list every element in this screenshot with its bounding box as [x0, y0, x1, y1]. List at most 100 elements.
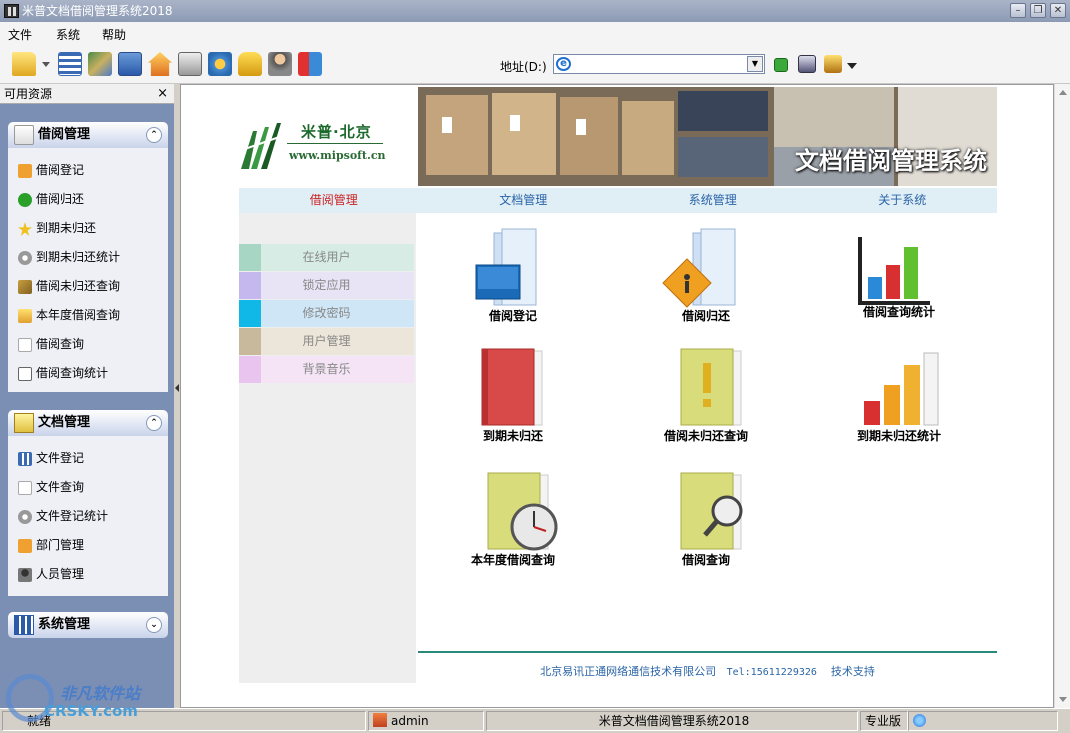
expand-icon[interactable]: ⌄ — [146, 617, 162, 633]
sidebar-item-label: 文件登记 — [36, 451, 85, 465]
sidebar-item-borrow-stats[interactable]: 借阅查询统计 — [8, 359, 168, 388]
sidebar-item-borrow-return[interactable]: 借阅归还 — [8, 185, 168, 214]
globe-icon — [913, 714, 926, 727]
sidebar-item-label: 借阅查询统计 — [36, 366, 109, 380]
lock-icon[interactable] — [238, 52, 262, 76]
watermark: 非凡软件站 CRSKY.com — [4, 672, 164, 728]
function-tiles: 借阅登记 借阅归还 借阅查询统计 到期未归还 借阅未归还查询 到期未归还统计 本… — [418, 213, 998, 651]
tile-label: 借阅查询 — [681, 553, 730, 567]
collapse-icon[interactable]: ⌃ — [146, 415, 162, 431]
sidebar: 可用资源 × 借阅管理 ⌃ 借阅登记 借阅归还 到期未归还 到期未归还统计 借阅… — [0, 84, 174, 708]
menu-user-management[interactable]: 用户管理 — [239, 328, 414, 355]
app-icon — [4, 4, 19, 18]
gear-icon — [18, 251, 32, 265]
group-document-title: 文档管理 — [38, 415, 91, 430]
sidebar-item-label: 文件登记统计 — [36, 509, 109, 523]
window-title: 米普文档借阅管理系统2018 — [22, 4, 173, 18]
tile-borrow-register[interactable]: 借阅登记 — [438, 225, 588, 335]
sidebar-item-label: 到期未归还统计 — [36, 250, 121, 264]
group-document-header[interactable]: 文档管理 ⌃ — [8, 410, 168, 436]
sidebar-item-borrow-query[interactable]: 借阅查询 — [8, 330, 168, 359]
close-window-button[interactable]: ✕ — [1050, 3, 1066, 18]
ie-icon: e — [556, 57, 571, 71]
mipsoft-logo-icon — [239, 123, 286, 169]
address-label: 地址(D:) — [500, 60, 547, 74]
address-input[interactable]: e ▼ — [553, 54, 765, 74]
sidebar-item-file-register[interactable]: 文件登记 — [8, 444, 168, 473]
sidebar-item-yearly-query[interactable]: 本年度借阅查询 — [8, 301, 168, 330]
vertical-scrollbar[interactable] — [1054, 84, 1070, 708]
logo-url: www.mipsoft.cn — [289, 149, 386, 162]
monitor-icon[interactable] — [798, 55, 816, 73]
star-icon — [18, 222, 32, 236]
tab-system[interactable]: 系统管理 — [618, 188, 808, 213]
tile-borrow-query[interactable]: 借阅查询 — [631, 469, 781, 579]
address-dropdown-icon[interactable]: ▼ — [747, 56, 763, 72]
status-user: admin — [368, 711, 484, 731]
menu-background-music[interactable]: 背景音乐 — [239, 356, 414, 383]
collapse-arrow-icon[interactable] — [175, 384, 179, 392]
menu-help[interactable]: 帮助 — [92, 26, 138, 43]
sidebar-item-label: 借阅未归还查询 — [36, 279, 121, 293]
minimize-button[interactable]: – — [1010, 3, 1026, 18]
footer-support-link[interactable]: 技术支持 — [831, 665, 875, 678]
menu-system[interactable]: 系统 — [44, 26, 92, 43]
menu-change-password[interactable]: 修改密码 — [239, 300, 414, 327]
logo: 米普·北京 www.mipsoft.cn — [239, 99, 419, 189]
sidebar-item-department[interactable]: 部门管理 — [8, 531, 168, 560]
tile-unreturned-query[interactable]: 借阅未归还查询 — [631, 345, 781, 455]
home-icon[interactable] — [148, 52, 172, 76]
sidebar-item-borrow-register[interactable]: 借阅登记 — [8, 156, 168, 185]
tab-document[interactable]: 文档管理 — [429, 188, 619, 213]
open-folder-icon[interactable] — [12, 52, 36, 76]
settings-icon[interactable] — [208, 52, 232, 76]
print-icon[interactable] — [178, 52, 202, 76]
sidebar-item-unreturned-query[interactable]: 借阅未归还查询 — [8, 272, 168, 301]
magnifier-notebook-icon — [680, 472, 743, 550]
tab-about[interactable]: 关于系统 — [808, 188, 998, 213]
sidebar-item-file-query[interactable]: 文件查询 — [8, 473, 168, 502]
dropdown-arrow-icon[interactable] — [42, 62, 50, 67]
list-view-icon[interactable] — [58, 52, 82, 76]
user-icon[interactable] — [268, 52, 292, 76]
tile-borrow-return[interactable]: 借阅归还 — [631, 225, 781, 335]
sidebar-item-label: 部门管理 — [36, 538, 85, 552]
tile-borrow-stats[interactable]: 借阅查询统计 — [824, 225, 974, 335]
tile-overdue-stats[interactable]: 到期未归还统计 — [824, 345, 974, 455]
group-document-items: 文件登记 文件查询 文件登记统计 部门管理 人员管理 — [8, 436, 168, 596]
document-icon[interactable] — [118, 52, 142, 76]
menu-online-users[interactable]: 在线用户 — [239, 244, 414, 271]
menu-label: 在线用户 — [302, 250, 351, 264]
go-icon[interactable] — [774, 58, 788, 72]
menu-bar: 文件 系统 帮助 — [0, 22, 1070, 46]
tile-label: 借阅归还 — [681, 309, 730, 323]
more-dropdown-icon[interactable] — [847, 63, 857, 69]
menu-label: 锁定应用 — [302, 278, 351, 292]
sidebar-item-overdue[interactable]: 到期未归还 — [8, 214, 168, 243]
stamp-icon[interactable] — [824, 55, 842, 73]
group-system-title: 系统管理 — [38, 617, 91, 632]
group-system-header[interactable]: 系统管理 ⌄ — [8, 612, 168, 638]
tile-label: 到期未归还 — [482, 429, 543, 443]
user-icon — [18, 568, 32, 582]
logo-text: 米普·北京 — [301, 123, 372, 141]
menu-file[interactable]: 文件 — [6, 26, 44, 43]
tile-overdue[interactable]: 到期未归还 — [438, 345, 588, 455]
scroll-down-icon[interactable] — [1059, 697, 1067, 702]
sidebar-item-label: 本年度借阅查询 — [36, 308, 121, 322]
tile-label: 借阅查询统计 — [862, 305, 935, 319]
tile-yearly-query[interactable]: 本年度借阅查询 — [438, 469, 588, 579]
sidebar-close-icon[interactable]: × — [157, 84, 168, 104]
sidebar-item-personnel[interactable]: 人员管理 — [8, 560, 168, 589]
menu-lock-app[interactable]: 锁定应用 — [239, 272, 414, 299]
exit-icon[interactable] — [298, 52, 322, 76]
sidebar-item-file-stats[interactable]: 文件登记统计 — [8, 502, 168, 531]
tab-borrow[interactable]: 借阅管理 — [239, 188, 429, 213]
group-borrow-header[interactable]: 借阅管理 ⌃ — [8, 122, 168, 148]
maximize-button[interactable]: ❐ — [1030, 3, 1046, 18]
collapse-icon[interactable]: ⌃ — [146, 127, 162, 143]
status-extra — [908, 711, 1058, 731]
sidebar-item-overdue-stats[interactable]: 到期未归还统计 — [8, 243, 168, 272]
scroll-up-icon[interactable] — [1059, 90, 1067, 95]
map-icon[interactable] — [88, 52, 112, 76]
